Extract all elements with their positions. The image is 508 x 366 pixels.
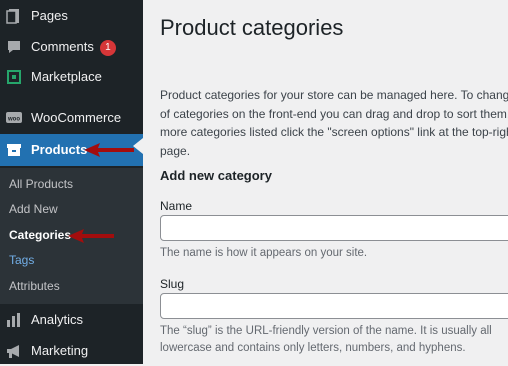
name-input[interactable] — [160, 215, 508, 241]
menu-pages[interactable]: Pages — [0, 1, 143, 31]
menu-comments[interactable]: Comments 1 — [0, 32, 143, 62]
marketing-icon — [7, 345, 19, 358]
slug-help-line: The “slug” is the URL-friendly version o… — [160, 325, 492, 337]
admin-sidebar: Pages Comments 1 Marketplace woo WooComme… — [0, 0, 143, 364]
slug-help-line: lowercase and contains only letters, num… — [160, 342, 466, 354]
pages-icon — [6, 9, 19, 24]
annotation-arrow-products — [84, 143, 134, 157]
submenu-categories[interactable]: Categories — [9, 228, 71, 242]
description-line: of categories on the front-end you can d… — [160, 106, 508, 121]
menu-woocommerce-label: WooCommerce — [31, 110, 122, 125]
comments-icon — [8, 41, 20, 53]
woocommerce-icon: woo — [6, 112, 22, 123]
menu-marketplace[interactable]: Marketplace — [0, 62, 143, 92]
slug-help: The “slug” is the URL-friendly version o… — [160, 323, 492, 357]
name-label: Name — [160, 199, 193, 213]
add-category-heading: Add new category — [160, 168, 272, 183]
menu-marketing-label: Marketing — [31, 343, 89, 358]
menu-marketplace-label: Marketplace — [31, 69, 102, 84]
slug-input[interactable] — [160, 293, 508, 319]
menu-comments-label: Comments — [31, 39, 94, 54]
submenu-all-products[interactable]: All Products — [9, 177, 73, 191]
analytics-icon — [7, 313, 20, 327]
submenu-add-new[interactable]: Add New — [9, 202, 58, 216]
menu-woocommerce[interactable]: woo WooCommerce — [0, 103, 143, 133]
description-line: Product categories for your store can be… — [160, 88, 508, 102]
menu-analytics-label: Analytics — [31, 312, 84, 327]
menu-marketing[interactable]: Marketing — [0, 336, 143, 366]
current-menu-notch — [133, 138, 143, 154]
page-description: Product categories for your store can be… — [160, 86, 508, 160]
menu-products-label: Products — [31, 142, 88, 157]
marketplace-icon — [7, 70, 21, 84]
annotation-arrow-categories — [68, 229, 114, 243]
description-line: more categories listed click the "screen… — [160, 125, 508, 139]
main-content: Product categories Product categories fo… — [143, 0, 508, 364]
svg-text:woo: woo — [7, 117, 20, 123]
menu-analytics[interactable]: Analytics — [0, 305, 143, 335]
slug-label: Slug — [160, 277, 185, 291]
submenu-attributes[interactable]: Attributes — [9, 279, 60, 293]
description-line: page. — [160, 143, 191, 158]
menu-pages-label: Pages — [31, 8, 68, 23]
name-help: The name is how it appears on your site. — [160, 247, 368, 259]
page-title: Product categories — [160, 15, 344, 40]
comments-count-badge: 1 — [99, 39, 116, 56]
submenu-tags[interactable]: Tags — [9, 253, 34, 267]
products-icon — [7, 144, 21, 156]
menu-comments-text: Comments 1 — [31, 39, 116, 56]
